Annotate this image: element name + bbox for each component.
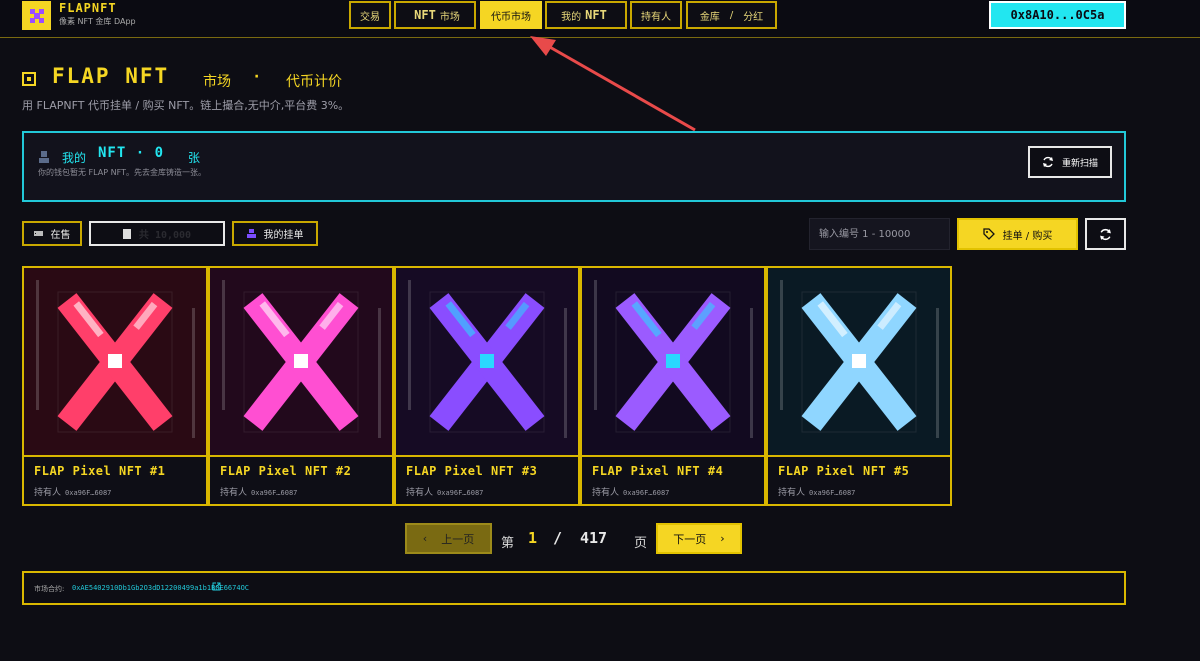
- nft-card[interactable]: FLAP Pixel NFT #2 持有人 0xa96F…6087: [208, 266, 394, 506]
- nft-card[interactable]: FLAP Pixel NFT #1 持有人 0xa96F…6087: [22, 266, 208, 506]
- nft-title: FLAP Pixel NFT #4: [592, 464, 724, 478]
- nft-title: FLAP Pixel NFT #1: [34, 464, 166, 478]
- next-page-label: 下一页: [673, 532, 707, 546]
- nav-vault-prefix: 金库: [699, 11, 720, 23]
- nav-holders-label: 持有人: [641, 11, 671, 23]
- price-tag-icon: [982, 228, 995, 240]
- refresh-button[interactable]: [1085, 218, 1126, 250]
- nft-owner: 持有人 0xa96F…6087: [220, 485, 297, 498]
- tab-my-listings-label: 我的挂单: [263, 230, 304, 241]
- chevron-left-icon: ‹: [422, 532, 428, 545]
- clipboard-icon: [122, 228, 131, 239]
- tag-icon: [33, 231, 43, 236]
- nav-my-nft-prefix: 我的: [561, 11, 582, 23]
- nft-owner-label: 持有人: [34, 488, 62, 498]
- my-nft-label: 我的: [62, 151, 87, 165]
- user-icon: [39, 151, 49, 163]
- total-pages: 417: [580, 529, 608, 547]
- nft-card[interactable]: FLAP Pixel NFT #5 持有人 0xa96F…6087: [766, 266, 952, 506]
- brand: FLAPNFT 像素 NFT 金库 DApp: [59, 1, 136, 27]
- chevron-right-icon: ›: [720, 532, 725, 545]
- page-slash: /: [553, 529, 563, 547]
- nft-image[interactable]: [396, 268, 578, 457]
- tab-my-listings[interactable]: 我的挂单: [232, 221, 318, 246]
- list-buy-button[interactable]: 挂单 / 购买: [957, 218, 1078, 250]
- tab-on-sale-label: 在售: [50, 230, 71, 241]
- my-nft-hint: 你的钱包暂无 FLAP NFT。先去金库铸造一张。: [38, 168, 206, 177]
- page-suffix: 页: [634, 536, 648, 551]
- my-nft-unit: 张: [188, 151, 201, 165]
- nft-owner-address: 0xa96F…6087: [809, 489, 856, 497]
- user-icon: [246, 229, 256, 238]
- page-description: 用 FLAPNFT 代币挂单 / 购买 NFT。链上撮合,无中介,平台费 3%。: [22, 99, 350, 112]
- nft-title: FLAP Pixel NFT #5: [778, 464, 910, 478]
- nft-owner-label: 持有人: [778, 488, 806, 498]
- nav-vault[interactable]: 金库 / 分红: [686, 1, 777, 29]
- nav-vault-suffix: 分红: [743, 11, 764, 23]
- contract-address-link[interactable]: 0xAE5402910Db1Gb2O3dD12200499a1b1B0E6674…: [72, 584, 249, 592]
- tab-total-label: 共 10,000: [138, 230, 192, 241]
- nft-owner-address: 0xa96F…6087: [65, 489, 112, 497]
- page-title: FLAP NFT: [52, 64, 170, 88]
- nft-card[interactable]: FLAP Pixel NFT #3 持有人 0xa96F…6087: [394, 266, 580, 506]
- nft-image[interactable]: [582, 268, 764, 457]
- top-bar: FLAPNFT 像素 NFT 金库 DApp 交易 NFT 市场 代币市场 我的…: [0, 0, 1200, 38]
- nft-owner: 持有人 0xa96F…6087: [34, 485, 111, 498]
- nav-my-nft-px: NFT: [585, 8, 607, 22]
- nav-holders[interactable]: 持有人: [630, 1, 682, 29]
- brand-subtitle: 像素 NFT 金库 DApp: [59, 17, 136, 26]
- prev-page-button[interactable]: ‹ 上一页: [405, 523, 492, 554]
- nft-image[interactable]: [210, 268, 392, 457]
- brand-name: FLAPNFT: [59, 1, 117, 15]
- nav-token-market[interactable]: 代币市场: [480, 1, 542, 29]
- logo-icon[interactable]: [22, 1, 51, 30]
- nav-nft-market[interactable]: NFT 市场: [394, 1, 476, 29]
- tab-on-sale[interactable]: 在售: [22, 221, 82, 246]
- nft-owner-address: 0xa96F…6087: [623, 489, 670, 497]
- refresh-icon: [1042, 156, 1053, 168]
- list-buy-label: 挂单 / 购买: [1002, 230, 1053, 242]
- nft-owner-label: 持有人: [592, 488, 620, 498]
- page-title-dot: ·: [254, 69, 260, 85]
- rescan-label: 重新扫描: [1061, 158, 1098, 169]
- nft-image[interactable]: [768, 268, 950, 457]
- nft-owner-label: 持有人: [406, 488, 434, 498]
- page-title-market: 市场: [203, 74, 231, 90]
- nft-image[interactable]: [24, 268, 206, 457]
- current-page: 1: [528, 529, 538, 547]
- nft-owner: 持有人 0xa96F…6087: [592, 485, 669, 498]
- nft-card[interactable]: FLAP Pixel NFT #4 持有人 0xa96F…6087: [580, 266, 766, 506]
- token-id-search-input[interactable]: [809, 218, 950, 250]
- rescan-button[interactable]: 重新扫描: [1028, 146, 1112, 178]
- nft-owner: 持有人 0xa96F…6087: [778, 485, 855, 498]
- contract-label: 市场合约:: [34, 585, 65, 593]
- nav-trade-label: 交易: [360, 11, 380, 23]
- nav-token-market-label: 代币市场: [491, 11, 531, 23]
- tab-total[interactable]: 共 10,000: [89, 221, 225, 246]
- nft-owner-address: 0xa96F…6087: [437, 489, 484, 497]
- contract-footer: 市场合约: 0xAE5402910Db1Gb2O3dD12200499a1b1B…: [22, 571, 1126, 605]
- nft-owner-address: 0xa96F…6087: [251, 489, 298, 497]
- title-square-icon: [22, 72, 36, 86]
- wallet-button[interactable]: 0x8A10...0C5a: [989, 1, 1126, 29]
- prev-page-label: 上一页: [441, 532, 475, 546]
- nav-nft-market-px: NFT: [414, 8, 436, 22]
- page-word: 第: [501, 536, 515, 551]
- my-nft-panel: 我的 NFT · 0 张 你的钱包暂无 FLAP NFT。先去金库铸造一张。 重…: [22, 131, 1126, 202]
- nft-title: FLAP Pixel NFT #2: [220, 464, 352, 478]
- nav-vault-slash: /: [729, 9, 734, 21]
- nft-title: FLAP Pixel NFT #3: [406, 464, 538, 478]
- page-title-token-pricing: 代币计价: [286, 74, 342, 90]
- external-link-icon[interactable]: [212, 582, 221, 591]
- next-page-button[interactable]: 下一页 ›: [656, 523, 742, 554]
- nft-owner: 持有人 0xa96F…6087: [406, 485, 483, 498]
- nav-nft-market-label: 市场: [439, 11, 460, 23]
- refresh-icon: [1100, 228, 1111, 240]
- nav-my-nft[interactable]: 我的 NFT: [545, 1, 627, 29]
- nav-trade[interactable]: 交易: [349, 1, 391, 29]
- nft-owner-label: 持有人: [220, 488, 248, 498]
- my-nft-count: NFT · 0: [98, 145, 165, 161]
